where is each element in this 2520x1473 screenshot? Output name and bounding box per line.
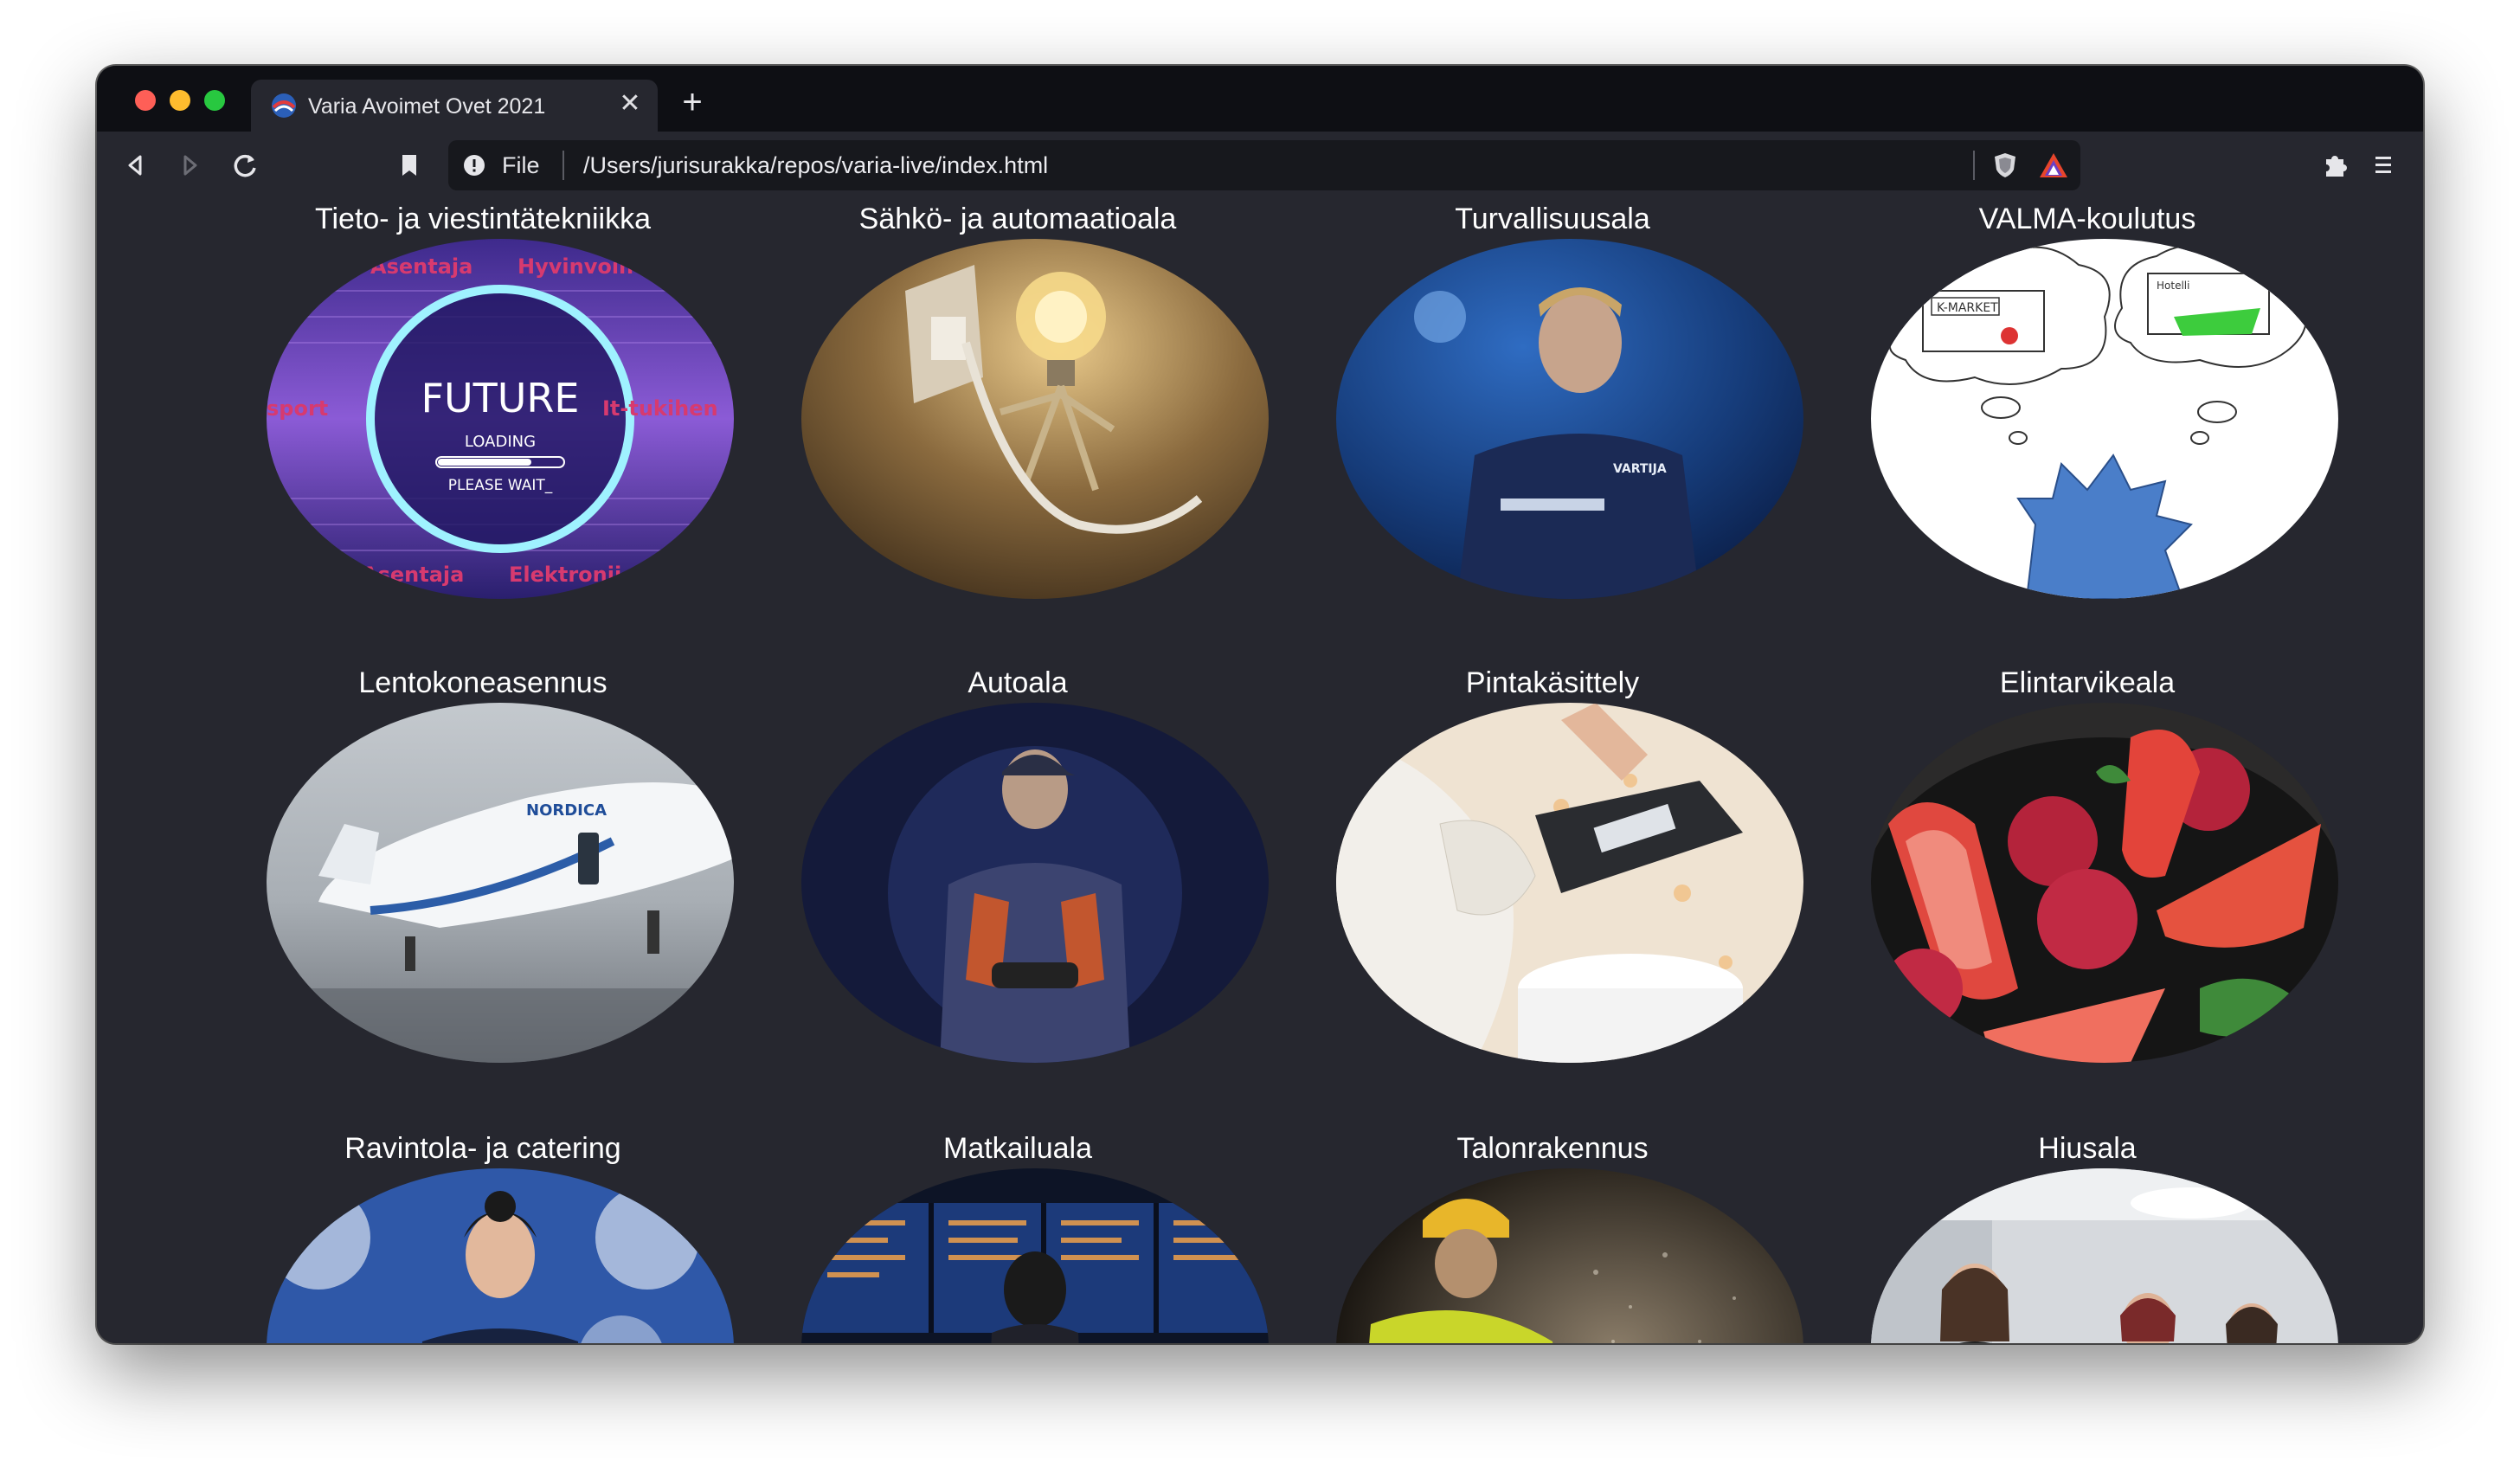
word-hyvinvointi: Hyvinvoin [518, 254, 633, 279]
scheme-label: File [502, 152, 540, 178]
card-title[interactable]: Lentokoneasennus [241, 663, 725, 703]
bookmark-icon[interactable] [389, 145, 429, 185]
forward-arrow-icon[interactable] [170, 145, 209, 185]
future-loading-graphic[interactable]: FUTURE LOADING PLEASE WAIT_ Asentaja Hyv… [267, 239, 734, 599]
lightbulb-robot-plug[interactable] [801, 239, 1269, 599]
word-asentaja-2: Asentaja [362, 563, 464, 587]
chef-portrait[interactable] [267, 1168, 734, 1343]
reload-icon[interactable] [225, 145, 265, 185]
airport-departure-board[interactable] [801, 1168, 1269, 1343]
brave-rewards-icon[interactable] [2037, 151, 2070, 180]
construction-worker-dust[interactable] [1336, 1168, 1803, 1343]
maximize-window-button[interactable] [204, 90, 225, 111]
security-guard-portrait[interactable]: VARTIJA [1336, 239, 1803, 599]
hotel-sign-text: Hotelli [2157, 280, 2189, 292]
card-title[interactable]: Pintakäsittely [1310, 663, 1795, 703]
please-wait-text: PLEASE WAIT_ [448, 477, 553, 494]
thinking-character-sketch[interactable]: K-MARKET Hotelli [1871, 239, 2338, 599]
word-elektroniikka: Elektronii [509, 563, 621, 587]
tab-active[interactable]: Varia Avoimet Ovet 2021 ✕ [251, 80, 658, 132]
painter-with-spatula[interactable] [1336, 703, 1803, 1063]
page-content: Tieto- ja viestintätekniikka FUTURE LOAD… [97, 199, 2423, 1343]
word-it-tukihenkilo: It-tukihen [602, 396, 718, 421]
tab-close-icon[interactable]: ✕ [614, 88, 646, 119]
browser-toolbar: File /Users/jurisurakka/repos/varia-live… [97, 132, 2423, 199]
url-text[interactable]: /Users/jurisurakka/repos/varia-live/inde… [583, 152, 1048, 179]
future-text: FUTURE [421, 375, 580, 421]
omnibox-divider [1973, 151, 1975, 180]
word-asentaja: Asentaja [370, 254, 472, 279]
card-title[interactable]: Tieto- ja viestintätekniikka [241, 199, 725, 239]
card-title[interactable]: Ravintola- ja catering [241, 1129, 725, 1168]
loading-text: LOADING [465, 433, 536, 451]
card-title[interactable]: Turvallisuusala [1310, 199, 1795, 239]
hair-salon-students[interactable] [1871, 1168, 2338, 1343]
word-sport: sport [267, 396, 328, 421]
tab-strip: Varia Avoimet Ovet 2021 ✕ + [97, 66, 2423, 132]
hamburger-menu-icon[interactable] [2366, 147, 2401, 182]
card-title[interactable]: Elintarvikeala [1845, 663, 2330, 703]
back-arrow-icon[interactable] [116, 145, 156, 185]
puzzle-icon[interactable] [2318, 147, 2352, 182]
vartija-badge-text: VARTIJA [1613, 462, 1667, 476]
card-title[interactable]: VALMA-koulutus [1845, 199, 2330, 239]
minimize-window-button[interactable] [170, 90, 190, 111]
card-title[interactable]: Sähkö- ja automaatioala [775, 199, 1260, 239]
card-title[interactable]: Autoala [775, 663, 1260, 703]
info-icon[interactable] [462, 153, 486, 177]
brave-shield-icon[interactable] [1990, 151, 2020, 180]
card-title[interactable]: Matkailuala [775, 1129, 1260, 1168]
kmarket-sign-text: K-MARKET [1937, 301, 1998, 315]
close-window-button[interactable] [135, 90, 156, 111]
omnibox-divider [562, 151, 564, 180]
card-title[interactable]: Talonrakennus [1310, 1129, 1795, 1168]
browser-window: Varia Avoimet Ovet 2021 ✕ + File /Users/… [97, 66, 2423, 1343]
strawberries-raspberries-plate[interactable] [1871, 703, 2338, 1063]
airline-livery-text: NORDICA [526, 801, 607, 820]
new-tab-button[interactable]: + [675, 85, 710, 119]
airplane-on-tarmac[interactable]: NORDICA [267, 703, 734, 1063]
address-bar[interactable]: File /Users/jurisurakka/repos/varia-live… [448, 140, 2080, 190]
varia-logo-icon [272, 93, 296, 118]
tab-title: Varia Avoimet Ovet 2021 [308, 94, 546, 119]
mechanic-with-tools[interactable] [801, 703, 1269, 1063]
card-title[interactable]: Hiusala [1845, 1129, 2330, 1168]
